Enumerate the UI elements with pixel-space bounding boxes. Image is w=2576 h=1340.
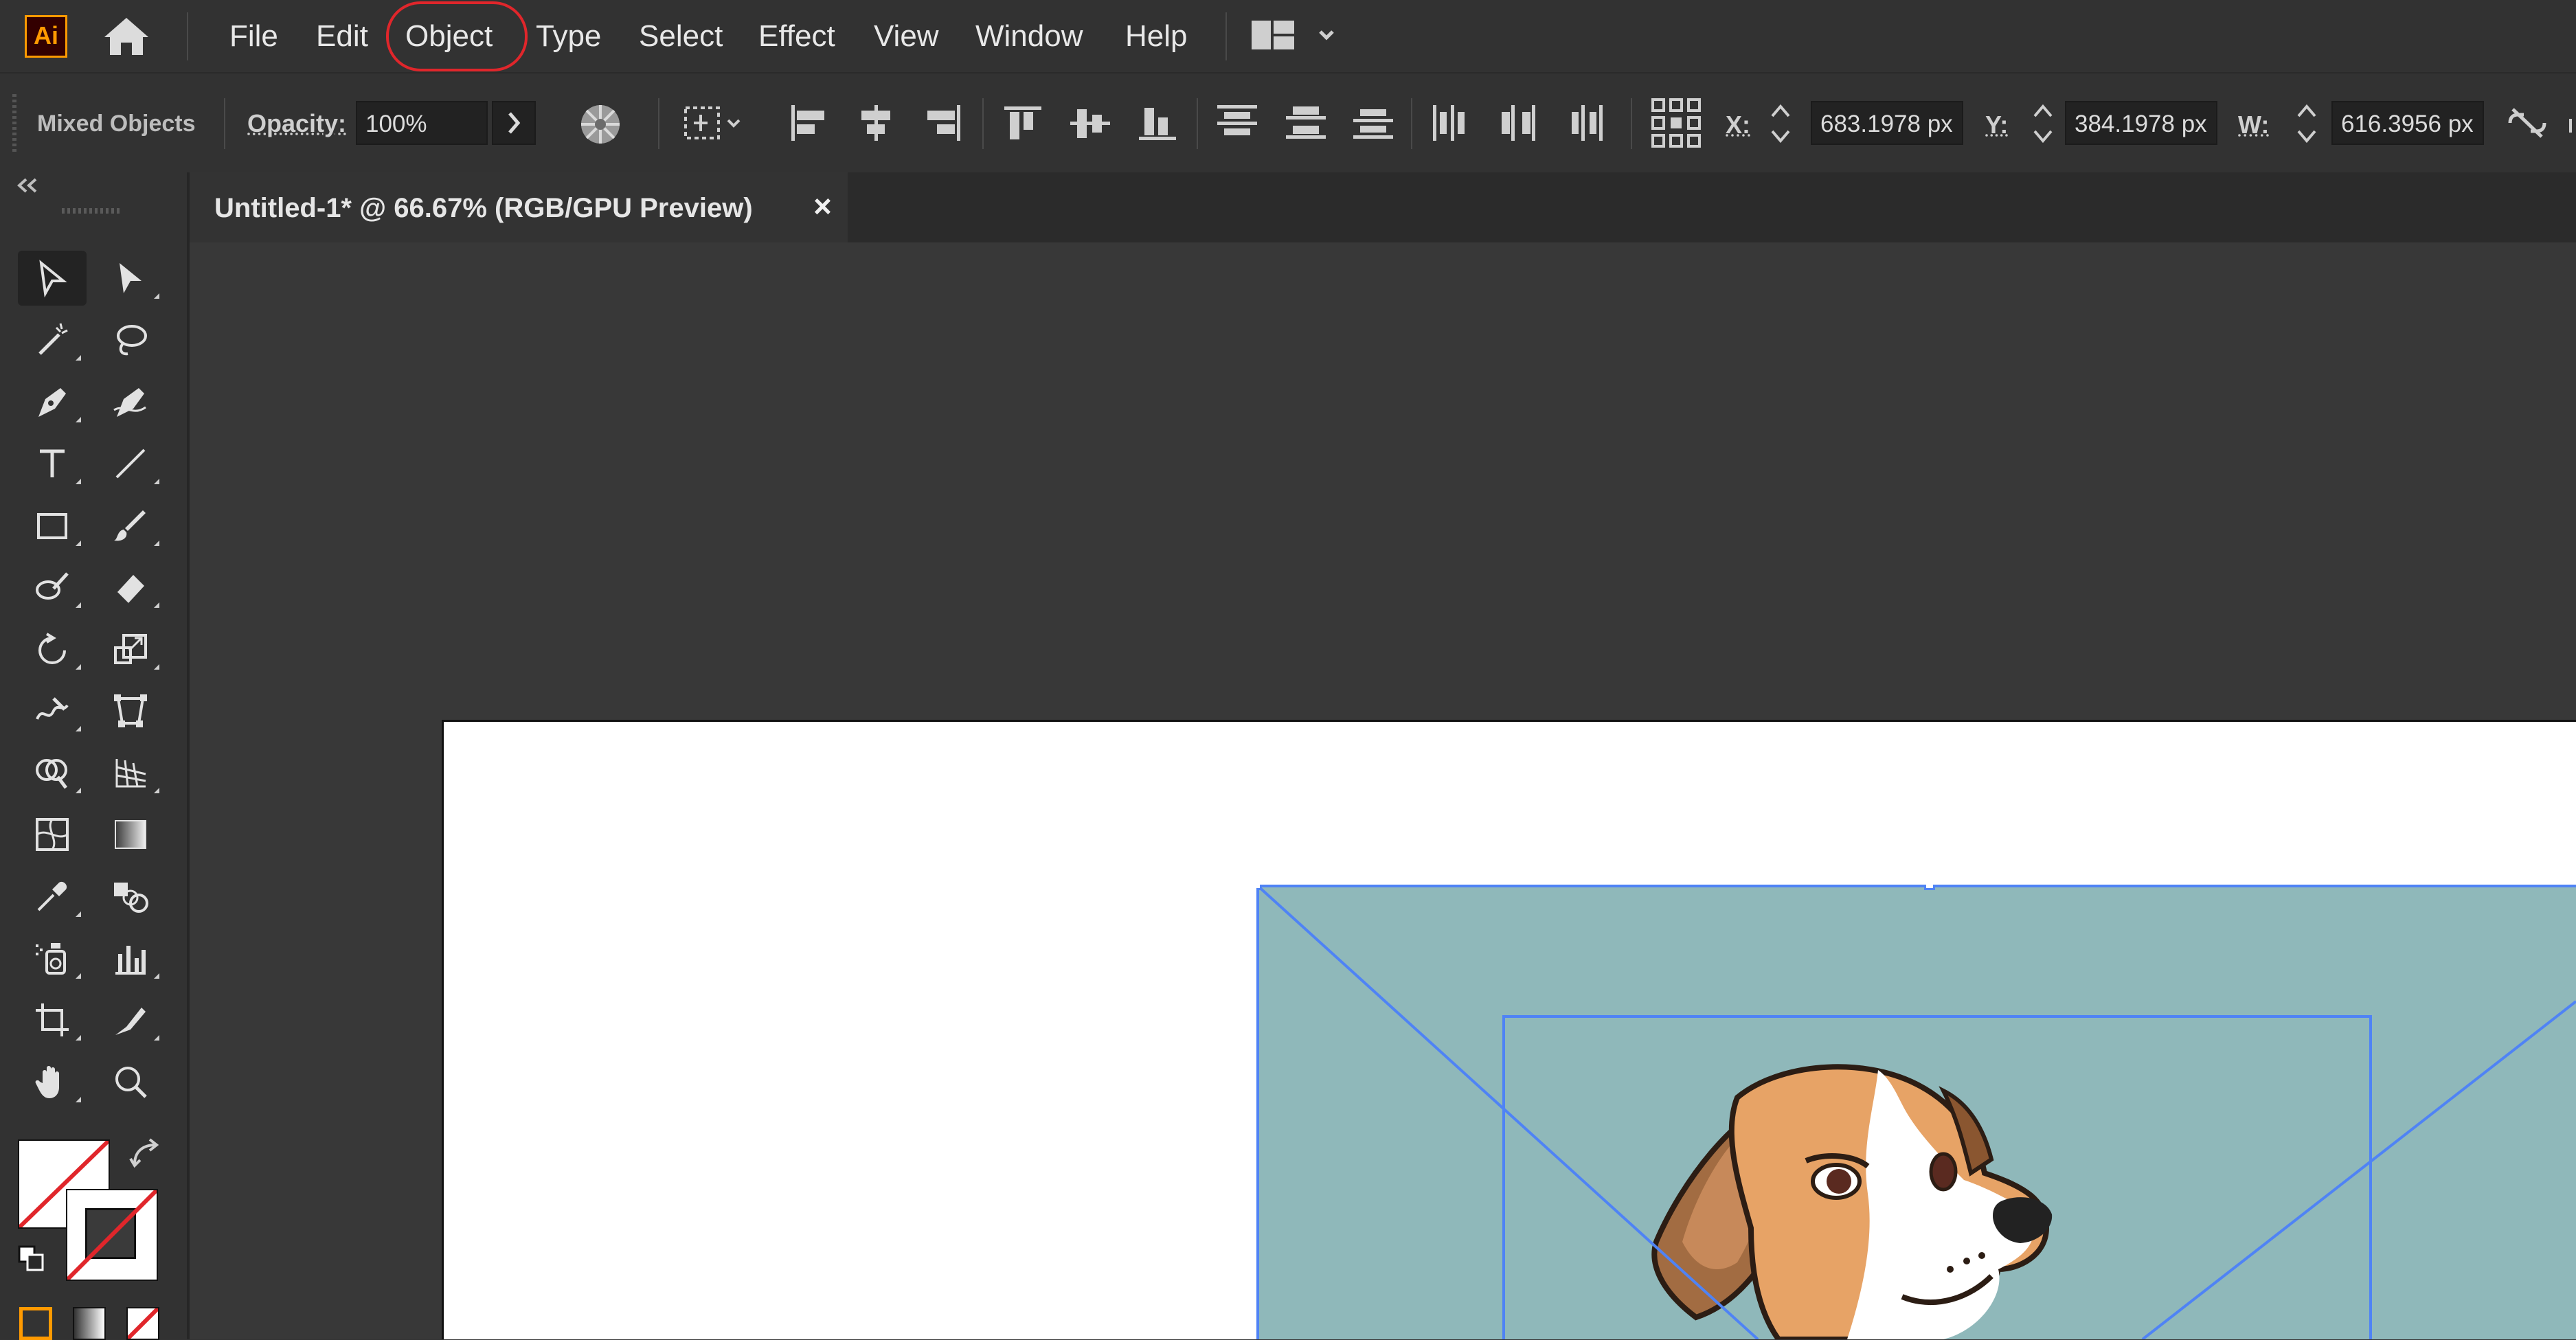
control-bar-overflow — [2569, 119, 2572, 133]
app-logo-text: Ai — [34, 21, 58, 49]
document-tab-title: Untitled-1* @ 66.67% (RGB/GPU Preview) — [214, 193, 753, 223]
app-logo[interactable]: Ai — [25, 15, 67, 58]
workspace-switcher-icon[interactable] — [1249, 18, 1345, 52]
control-divider — [1197, 98, 1198, 149]
control-divider — [658, 98, 659, 149]
x-input[interactable]: 683.1978 px — [1811, 101, 1963, 145]
menu-window[interactable]: Window — [973, 14, 1086, 59]
menu-edit[interactable]: Edit — [313, 14, 371, 59]
control-bar: Mixed Objects Opacity: 100% X: 683.1978 … — [0, 72, 2576, 175]
x-label[interactable]: X: — [1726, 111, 1750, 139]
y-spinner-icon[interactable] — [2029, 98, 2057, 149]
w-input[interactable]: 616.3956 px — [2331, 101, 2484, 145]
selection-handle-top-left[interactable] — [1256, 885, 1262, 890]
eyedropper-tool[interactable] — [18, 869, 87, 924]
symbol-sprayer-tool[interactable] — [18, 931, 87, 986]
pen-tool[interactable] — [18, 374, 87, 429]
control-divider — [1411, 98, 1412, 149]
home-icon[interactable] — [102, 15, 151, 58]
x-spinner-icon[interactable] — [1767, 98, 1794, 149]
control-divider — [1631, 98, 1632, 149]
distribute-top-icon[interactable] — [1213, 101, 1261, 145]
shaper-tool[interactable] — [18, 560, 87, 615]
free-transform-tool[interactable] — [96, 683, 165, 738]
gradient-tool[interactable] — [96, 807, 165, 862]
menu-select[interactable]: Select — [636, 14, 725, 59]
menu-object-highlight-ring — [386, 1, 528, 71]
distribute-left-icon[interactable] — [1427, 101, 1476, 145]
menu-file[interactable]: File — [227, 14, 281, 59]
y-label[interactable]: Y: — [1985, 111, 2008, 139]
control-divider — [224, 98, 225, 149]
perspective-grid-tool[interactable] — [96, 745, 165, 800]
menu-effect[interactable]: Effect — [756, 14, 838, 59]
menu-divider — [1225, 12, 1227, 60]
align-vertical-center-icon[interactable] — [1066, 101, 1114, 145]
w-spinner-icon[interactable] — [2293, 98, 2320, 149]
y-input[interactable]: 384.1978 px — [2065, 101, 2217, 145]
line-segment-tool[interactable] — [96, 436, 165, 491]
zoom-tool[interactable] — [96, 1054, 165, 1109]
align-bottom-icon[interactable] — [1133, 101, 1182, 145]
menu-view[interactable]: View — [871, 14, 942, 59]
paintbrush-tool[interactable] — [96, 498, 165, 553]
blend-tool[interactable] — [96, 869, 165, 924]
swap-fill-stroke-icon[interactable] — [128, 1137, 162, 1171]
placed-image[interactable] — [1256, 885, 2576, 1339]
stroke-swatch[interactable] — [66, 1189, 158, 1281]
distribute-horizontal-center-icon[interactable] — [1495, 101, 1543, 145]
distribute-bottom-icon[interactable] — [1349, 101, 1397, 145]
none-mode-button[interactable] — [126, 1307, 159, 1340]
opacity-expand-button[interactable] — [492, 101, 536, 145]
gradient-mode-button[interactable] — [73, 1307, 106, 1340]
rectangle-tool[interactable] — [18, 498, 87, 553]
recolor-artwork-icon[interactable] — [578, 102, 622, 146]
distribute-right-icon[interactable] — [1562, 101, 1610, 145]
type-tool[interactable] — [18, 436, 87, 491]
control-divider — [982, 98, 984, 149]
column-graph-tool[interactable] — [96, 931, 165, 986]
default-fill-stroke-icon[interactable] — [16, 1244, 47, 1274]
collapse-panel-icon[interactable] — [14, 175, 41, 196]
menu-bar: Ai File Edit Object Type Select Effect V… — [0, 0, 2576, 72]
color-mode-button[interactable] — [19, 1307, 52, 1340]
panel-grip[interactable] — [62, 208, 120, 214]
hand-tool[interactable] — [18, 1054, 87, 1109]
selection-type-label: Mixed Objects — [37, 111, 196, 137]
align-left-icon[interactable] — [784, 101, 833, 145]
constrain-proportions-icon[interactable] — [2503, 102, 2551, 144]
menu-divider — [187, 12, 188, 60]
menu-type[interactable]: Type — [533, 14, 604, 59]
shape-builder-tool[interactable] — [18, 745, 87, 800]
direct-selection-tool[interactable] — [96, 251, 165, 306]
selection-tool[interactable] — [18, 251, 87, 306]
eraser-tool[interactable] — [96, 560, 165, 615]
artboard-tool[interactable] — [18, 992, 87, 1047]
curvature-tool[interactable] — [96, 374, 165, 429]
document-tab[interactable]: Untitled-1* @ 66.67% (RGB/GPU Preview) × — [190, 172, 848, 242]
menu-help[interactable]: Help — [1122, 14, 1190, 59]
align-top-icon[interactable] — [999, 101, 1047, 145]
tools-panel — [0, 172, 190, 1340]
align-horizontal-center-icon[interactable] — [852, 101, 900, 145]
opacity-input[interactable]: 100% — [356, 101, 488, 145]
w-label[interactable]: W: — [2238, 111, 2269, 139]
rotate-tool[interactable] — [18, 622, 87, 677]
selection-handle-top-middle[interactable] — [1924, 885, 1935, 890]
slice-tool[interactable] — [96, 992, 165, 1047]
lasso-tool[interactable] — [96, 313, 165, 367]
warp-tool[interactable] — [18, 683, 87, 738]
mesh-tool[interactable] — [18, 807, 87, 862]
magic-wand-tool[interactable] — [18, 313, 87, 367]
align-to-selection-icon[interactable] — [680, 101, 749, 145]
selection-overlay — [1256, 885, 2576, 1339]
scale-tool[interactable] — [96, 622, 165, 677]
distribute-vertical-center-icon[interactable] — [1282, 101, 1330, 145]
opacity-label[interactable]: Opacity: — [247, 109, 346, 138]
reference-point-icon[interactable] — [1649, 95, 1704, 150]
align-right-icon[interactable] — [919, 101, 967, 145]
control-bar-grip — [12, 94, 16, 152]
close-tab-button[interactable]: × — [813, 188, 832, 225]
